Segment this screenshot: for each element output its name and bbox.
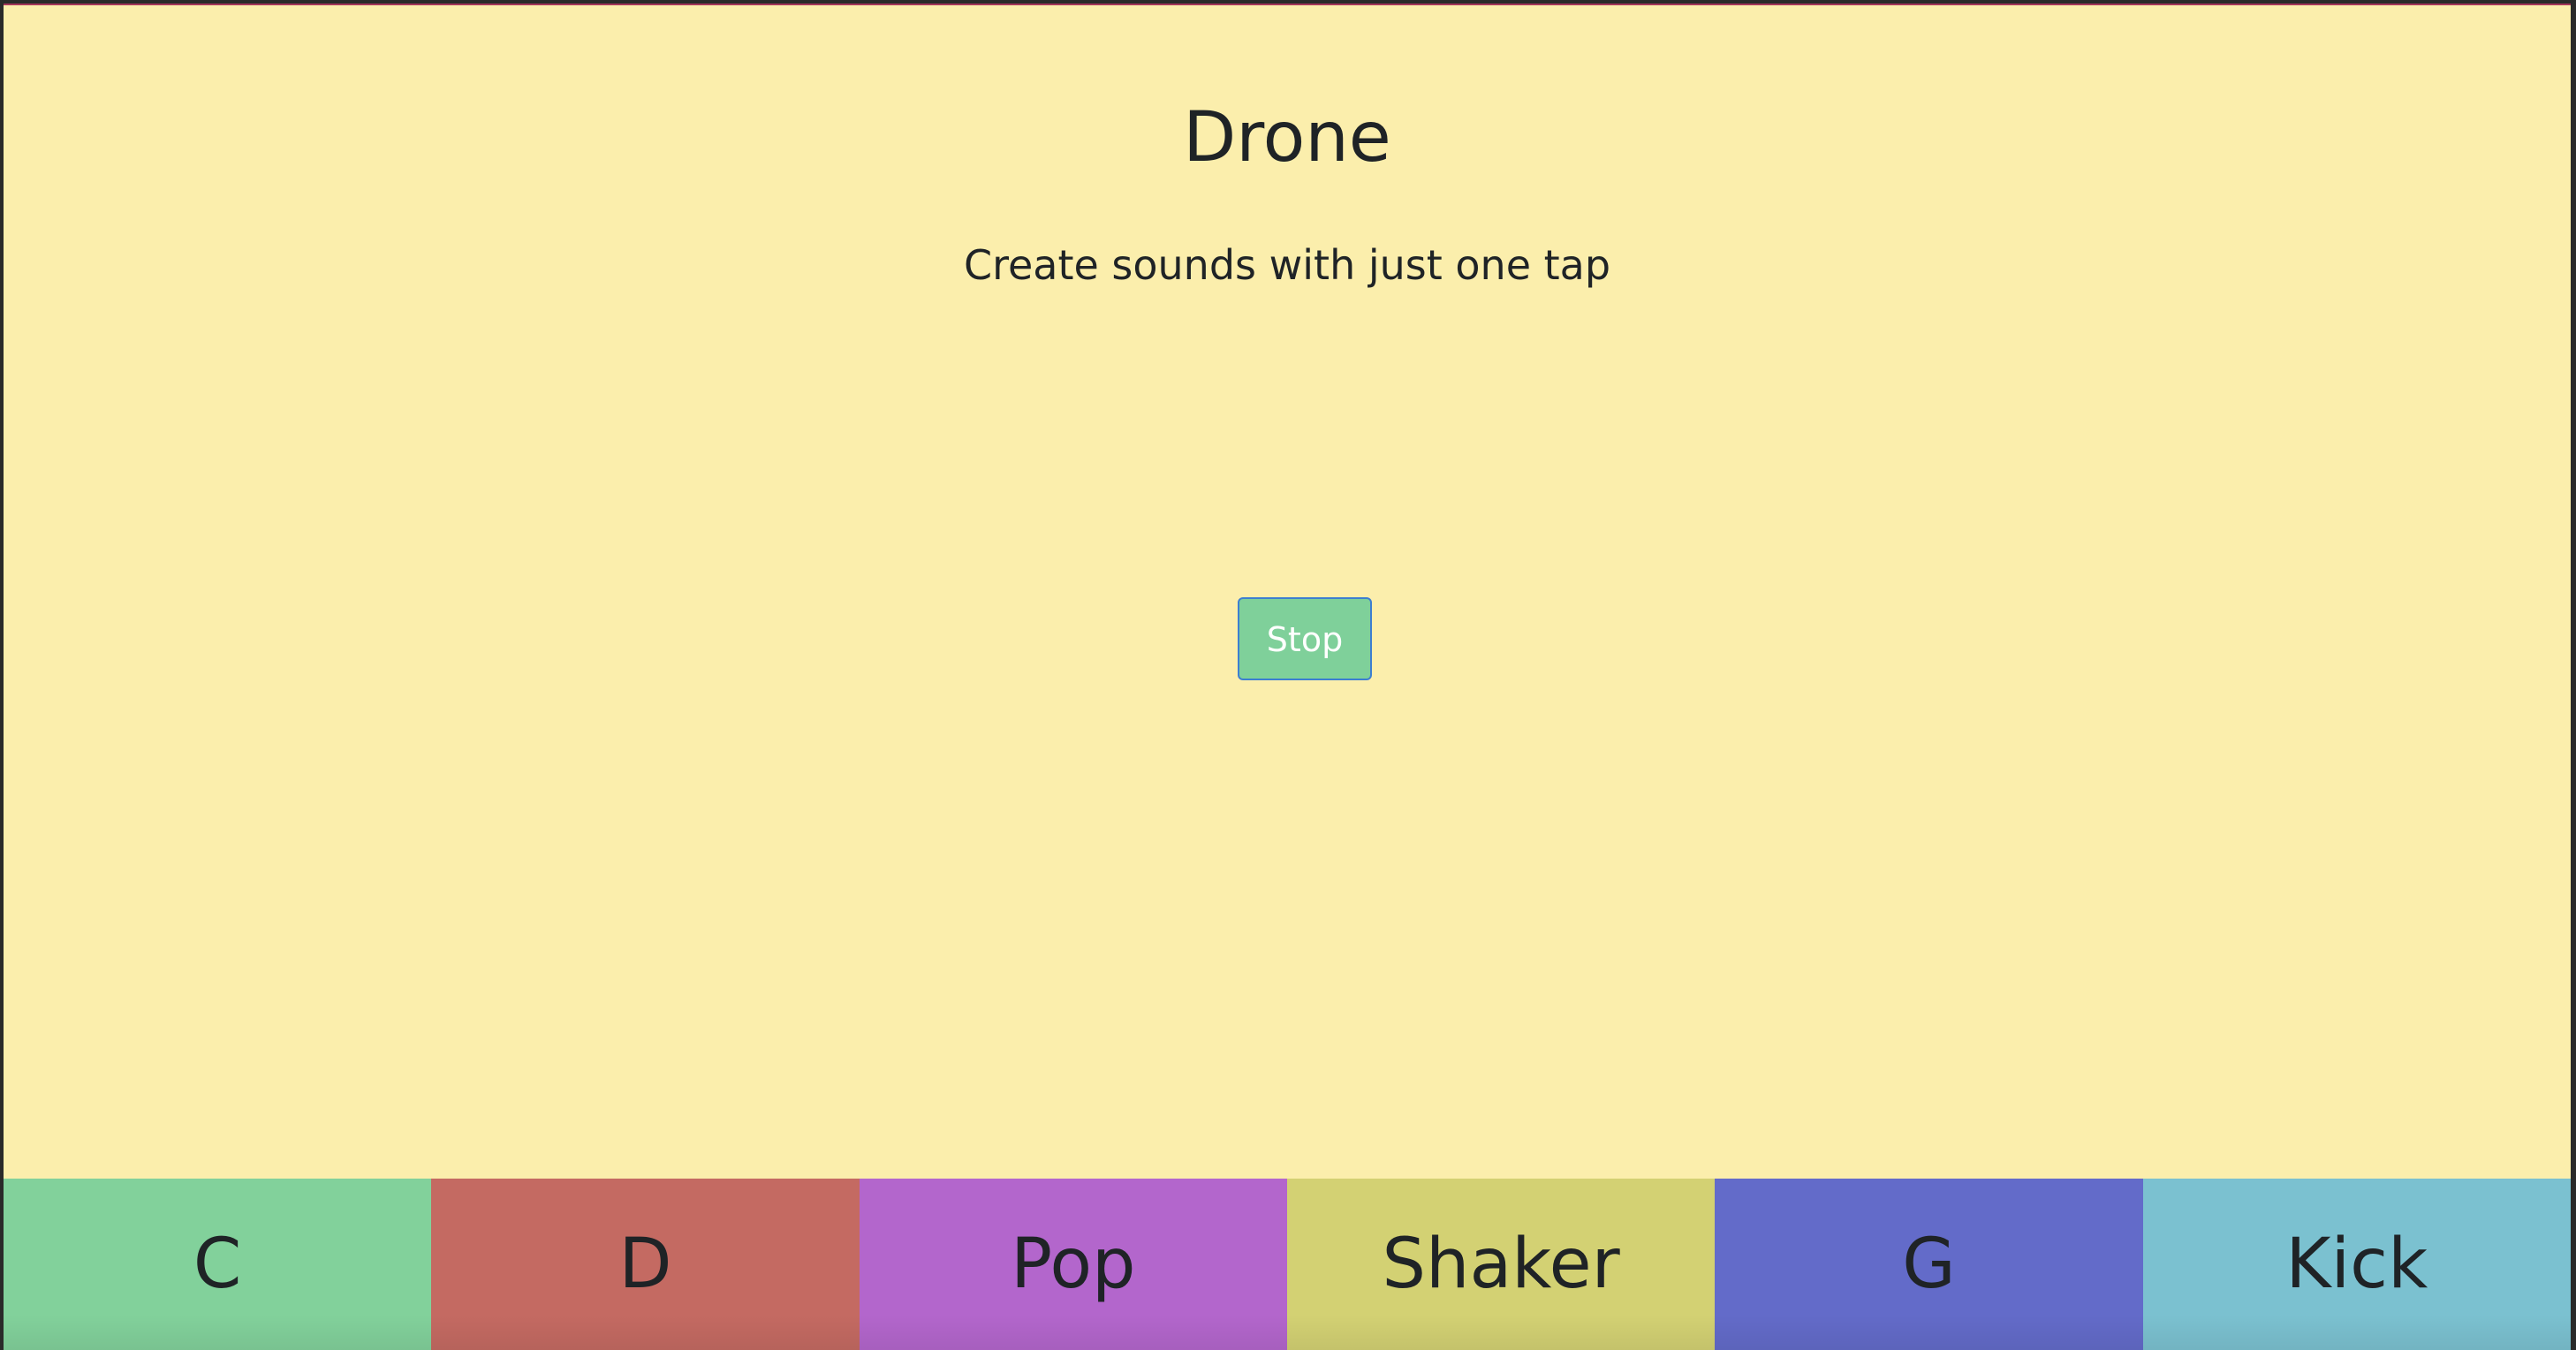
sound-pad-g[interactable]: G <box>1715 1179 2143 1350</box>
sound-pad-d[interactable]: D <box>431 1179 860 1350</box>
sound-pad-label: G <box>1902 1225 1956 1304</box>
sound-pad-pop[interactable]: Pop <box>859 1179 1287 1350</box>
app-container: Drone Create sounds with just one tap St… <box>4 4 2571 1350</box>
sound-pad-kick[interactable]: Kick <box>2142 1179 2571 1350</box>
sound-pad-label: Shaker <box>1382 1225 1620 1304</box>
sound-pad-label: Kick <box>2285 1225 2428 1304</box>
sound-pad-c[interactable]: C <box>4 1179 432 1350</box>
sound-pad-bar: C D Pop Shaker G Kick <box>4 1179 2571 1350</box>
sound-pad-shaker[interactable]: Shaker <box>1286 1179 1716 1350</box>
sound-pad-label: D <box>618 1225 672 1304</box>
page-title: Drone <box>1183 98 1391 178</box>
stop-button[interactable]: Stop <box>1238 597 1372 680</box>
sound-pad-label: C <box>193 1225 242 1304</box>
page-subtitle: Create sounds with just one tap <box>963 241 1611 289</box>
sound-pad-label: Pop <box>1011 1225 1136 1304</box>
